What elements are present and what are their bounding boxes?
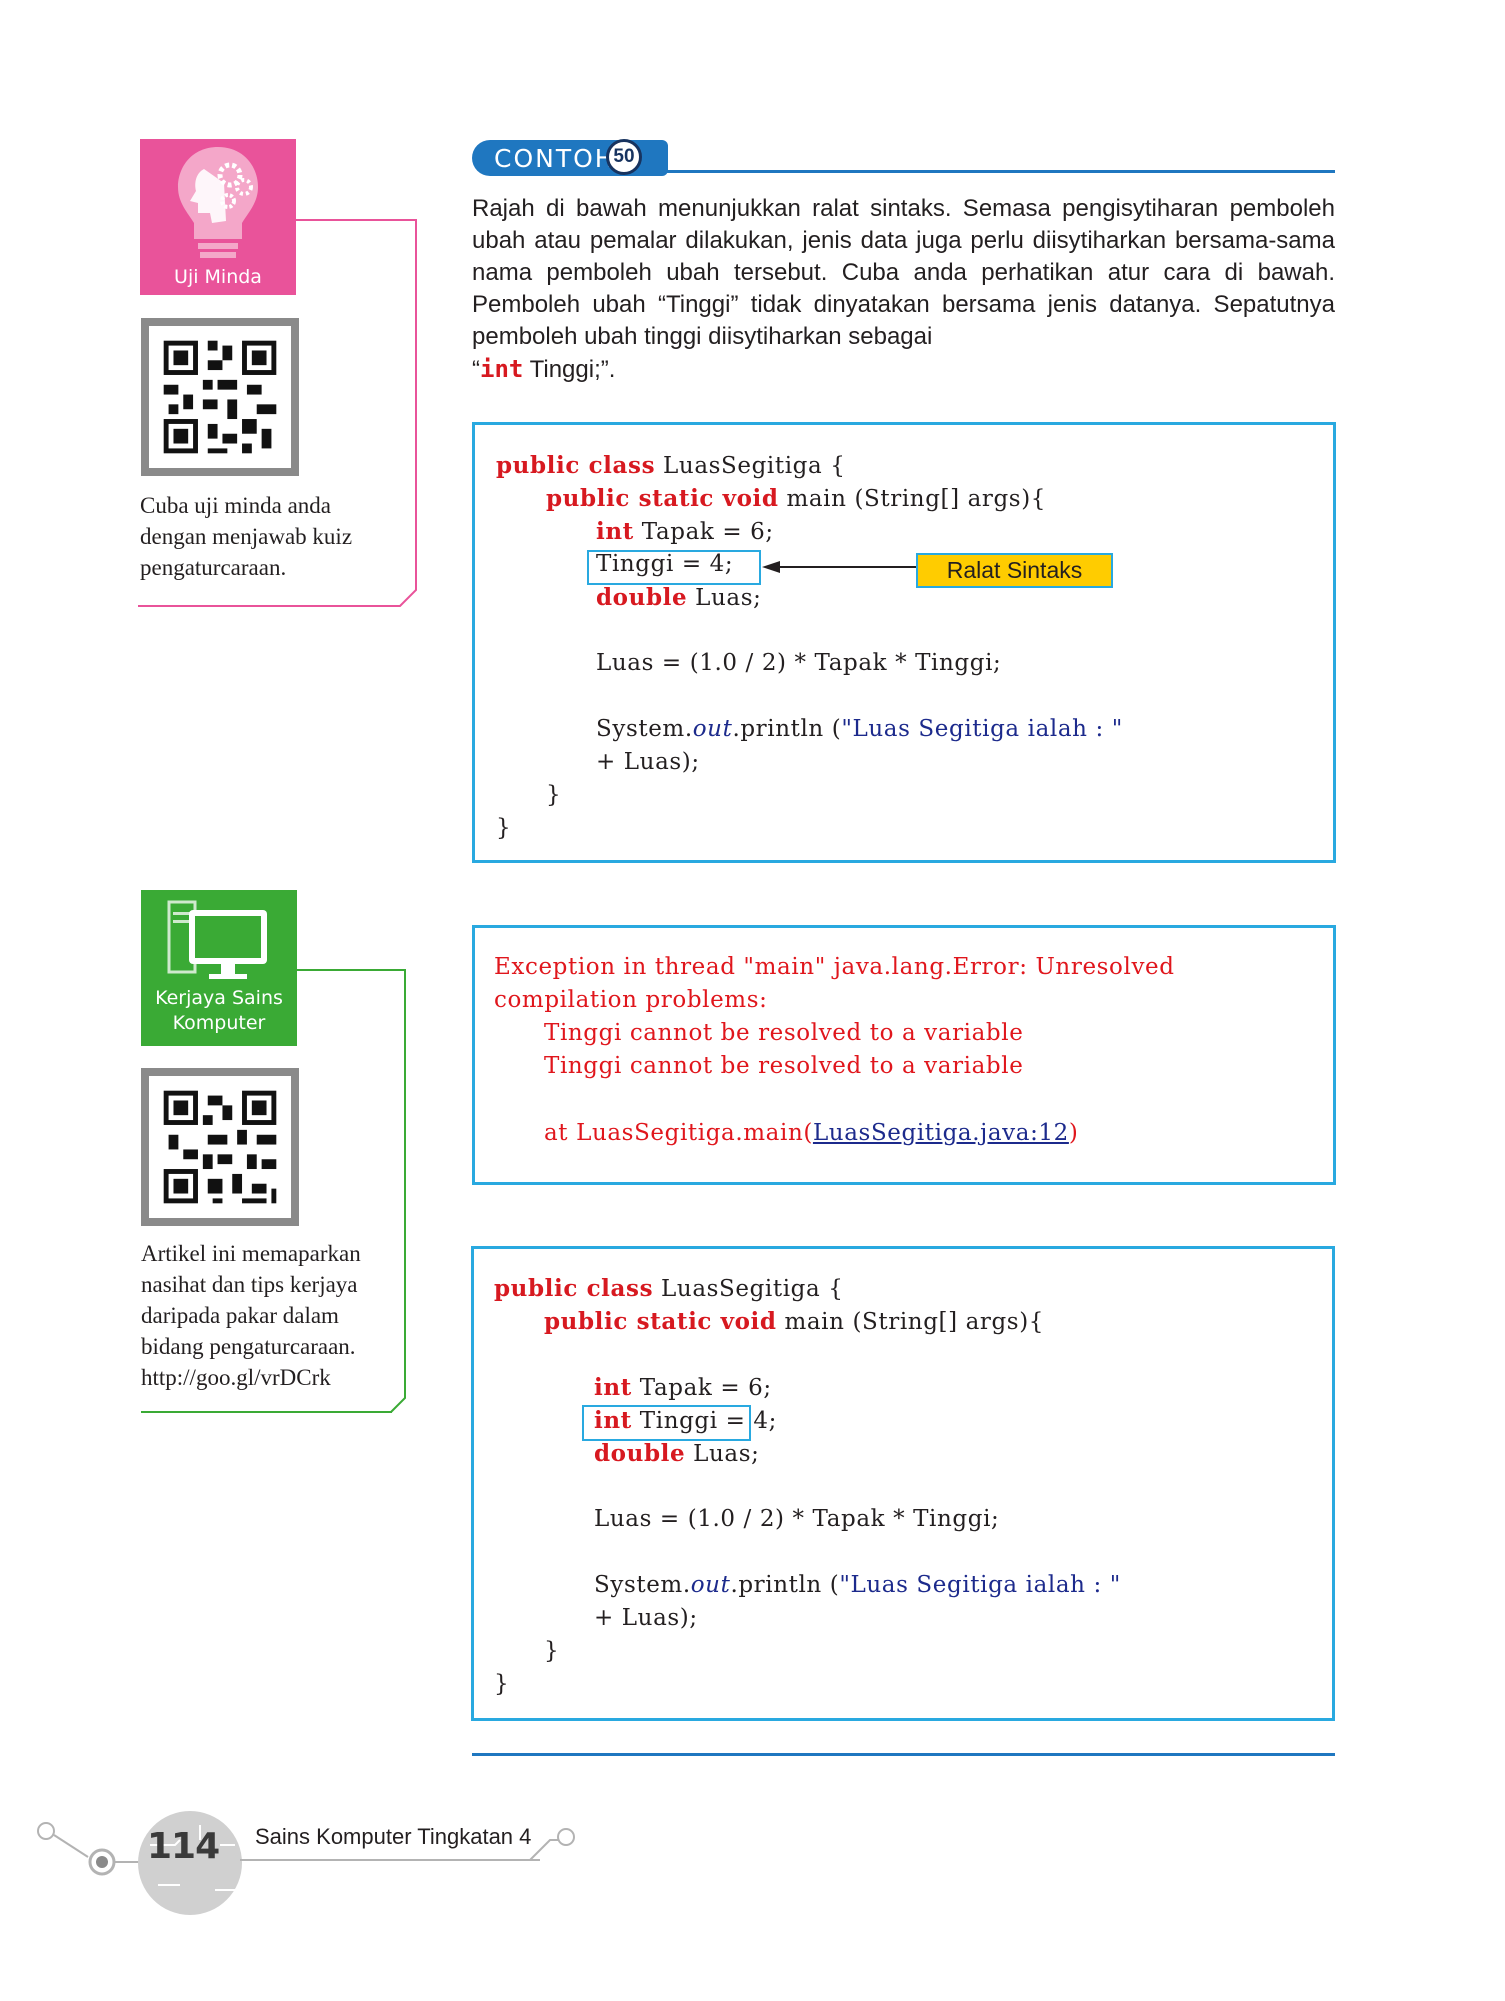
code-line: } [494, 1671, 510, 1697]
uji-minda-label: Uji Minda [174, 266, 262, 288]
lightbulb-gears-icon [178, 147, 258, 258]
uji-minda-description: Cuba uji minda anda dengan menjawab kuiz… [140, 490, 390, 583]
code-line: + Luas); [594, 1605, 698, 1631]
intro-paragraph: Rajah di bawah menunjukkan ralat sintaks… [472, 193, 1335, 386]
uji-minda-bottom-line [138, 605, 400, 607]
stack-trace-link[interactable]: LuasSegitiga.java:12 [813, 1120, 1069, 1146]
intro-keyword: int [480, 355, 524, 383]
kerjaya-text-line: Artikel ini memaparkan [141, 1241, 361, 1266]
code-line: public class LuasSegitiga { [494, 1275, 844, 1302]
code-line: } [496, 815, 512, 841]
code-line: public static void main (String[] args){ [544, 1308, 1045, 1335]
kerjaya-text-line: daripada pakar dalam [141, 1303, 339, 1328]
kerjaya-text-line: bidang pengaturcaraan. [141, 1334, 356, 1359]
intro-end-line: “int Tinggi;”. [472, 353, 1335, 386]
section-end-rule [472, 1753, 1335, 1756]
error-line: Exception in thread "main" java.lang.Err… [494, 954, 1175, 980]
fix-highlight [582, 1405, 751, 1441]
error-highlight [587, 550, 761, 585]
code-line: Luas = (1.0 / 2) * Tapak * Tinggi; [594, 1506, 1000, 1532]
contoh-rule [640, 170, 1335, 173]
error-line: compilation problems: [494, 987, 768, 1013]
code-line: int Tapak = 6; [594, 1374, 772, 1401]
intro-text: Rajah di bawah menunjukkan ralat sintaks… [472, 195, 1335, 350]
kerjaya-bottom-line [141, 1411, 392, 1413]
code-line: System.out.println ("Luas Segitiga ialah… [594, 1572, 1121, 1598]
code-line: public static void main (String[] args){ [546, 485, 1047, 512]
arrow-left-icon [762, 561, 918, 573]
uji-minda-card: Uji Minda [140, 139, 296, 295]
kerjaya-label-line: Kerjaya Sains [155, 987, 283, 1009]
uji-minda-qr-code[interactable] [141, 318, 299, 476]
code-line: } [544, 1638, 560, 1664]
page-number: 114 [147, 1826, 220, 1867]
code-line: public class LuasSegitiga { [496, 452, 846, 479]
error-line: Tinggi cannot be resolved to a variable [544, 1053, 1024, 1079]
contoh-number-badge: 50 [606, 139, 642, 175]
uji-minda-text-line: dengan menjawab kuiz [140, 524, 353, 549]
intro-quote-open: “ [472, 356, 480, 383]
code-line: } [546, 782, 562, 808]
error-line: Tinggi cannot be resolved to a variable [544, 1020, 1024, 1046]
qr-code-icon [163, 1090, 277, 1204]
kerjaya-description: Artikel ini memaparkan nasihat dan tips … [141, 1238, 401, 1393]
error-stack-line: at LuasSegitiga.main(LuasSegitiga.java:1… [544, 1120, 1079, 1146]
circuit-decoration [37, 1811, 575, 1915]
code-line: System.out.println ("Luas Segitiga ialah… [596, 716, 1123, 742]
code-line: double Luas; [596, 584, 762, 611]
uji-minda-text-line: pengaturcaraan. [140, 555, 287, 580]
kerjaya-text-line: nasihat dan tips kerjaya [141, 1272, 358, 1297]
code-line: double Luas; [594, 1440, 760, 1467]
computer-icon [167, 900, 267, 979]
uji-minda-text-line: Cuba uji minda anda [140, 493, 331, 518]
code-line: Luas = (1.0 / 2) * Tapak * Tinggi; [596, 650, 1002, 676]
qr-code-icon [163, 340, 277, 454]
kerjaya-qr-code[interactable] [141, 1068, 299, 1226]
kerjaya-link[interactable]: http://goo.gl/vrDCrk [141, 1362, 401, 1393]
code-line: + Luas); [596, 749, 700, 775]
syntax-error-label: Ralat Sintaks [916, 553, 1113, 588]
kerjaya-card: Kerjaya Sains Komputer [141, 890, 297, 1046]
kerjaya-label: Kerjaya Sains Komputer [141, 986, 297, 1036]
code-line: int Tapak = 6; [596, 518, 774, 545]
book-title: Sains Komputer Tingkatan 4 [255, 1824, 532, 1849]
intro-quote-close: Tinggi;”. [523, 356, 616, 383]
kerjaya-label-line: Komputer [172, 1012, 266, 1034]
contoh-label: CONTOH [494, 144, 616, 173]
